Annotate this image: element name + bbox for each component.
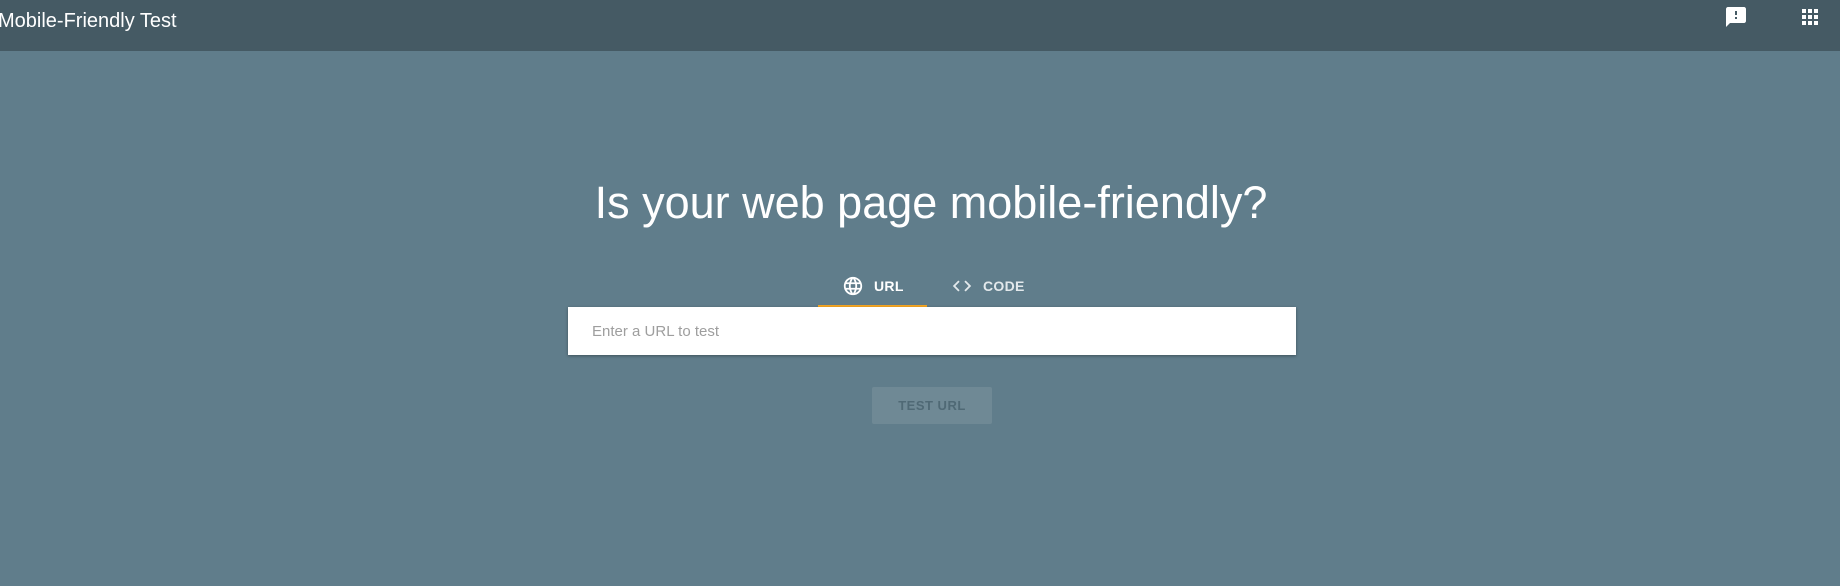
app-title: Mobile-Friendly Test [0, 10, 177, 32]
tab-url[interactable]: URL [818, 264, 927, 308]
tab-url-label: URL [874, 278, 904, 294]
url-input[interactable] [568, 307, 1296, 355]
url-field-container [568, 307, 1296, 355]
app-bar: Mobile-Friendly Test [0, 0, 1840, 51]
feedback-button[interactable] [1718, 1, 1754, 37]
input-mode-tabs: URL CODE [818, 264, 1037, 308]
feedback-icon [1724, 5, 1748, 34]
apps-button[interactable] [1792, 1, 1828, 37]
tab-code-label: CODE [983, 278, 1025, 294]
tab-code[interactable]: CODE [927, 264, 1037, 308]
globe-icon [842, 275, 864, 297]
test-url-button[interactable]: TEST URL [872, 387, 992, 424]
page-headline: Is your web page mobile-friendly? [594, 177, 1268, 228]
code-icon [951, 275, 973, 297]
apps-grid-icon [1798, 5, 1822, 34]
main-content: Is your web page mobile-friendly? URL CO… [0, 51, 1840, 586]
